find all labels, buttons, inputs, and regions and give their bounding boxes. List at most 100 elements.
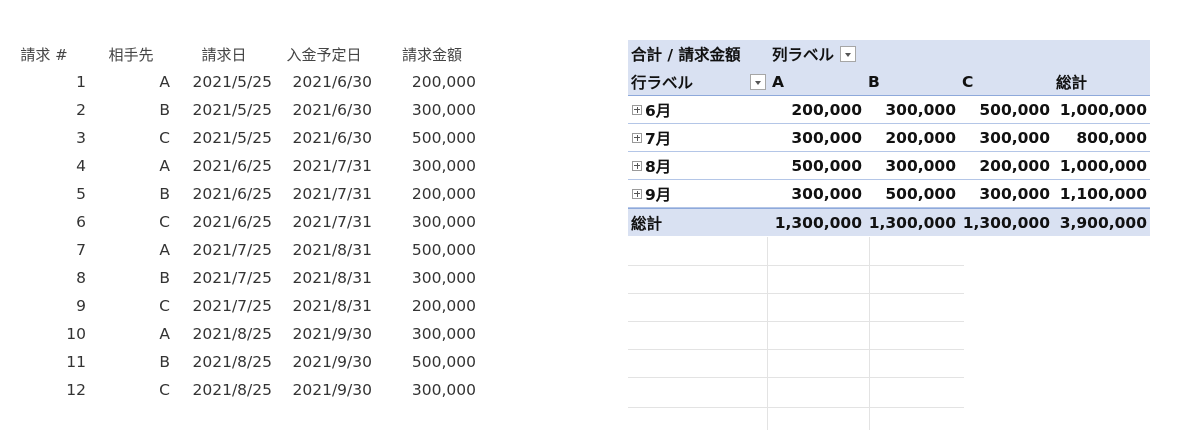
pivot-cell-b[interactable]: 300,000	[865, 101, 959, 119]
cell-amount[interactable]: 300,000	[374, 152, 476, 180]
pivot-cell-b[interactable]: 500,000	[865, 185, 959, 203]
header-due-date[interactable]: 入金予定日	[274, 40, 374, 68]
cell-amount[interactable]: 200,000	[374, 68, 476, 96]
cell-party[interactable]: B	[88, 96, 174, 124]
header-party[interactable]: 相手先	[88, 40, 174, 68]
cell-party[interactable]: A	[88, 68, 174, 96]
cell-due-date[interactable]: 2021/7/31	[274, 180, 374, 208]
row-filter-dropdown-icon[interactable]	[750, 73, 766, 90]
pivot-row-label[interactable]: 6月	[628, 99, 769, 121]
pivot-total-a[interactable]: 1,300,000	[769, 214, 865, 232]
pivot-total-b[interactable]: 1,300,000	[865, 214, 959, 232]
cell-invoice-no[interactable]: 1	[0, 68, 88, 96]
pivot-value-field[interactable]: 合計 / 請求金額	[628, 43, 769, 65]
cell-invoice-no[interactable]: 11	[0, 348, 88, 376]
cell-due-date[interactable]: 2021/7/31	[274, 208, 374, 236]
pivot-cell-total[interactable]: 1,100,000	[1053, 185, 1150, 203]
cell-party[interactable]: B	[88, 180, 174, 208]
cell-due-date[interactable]: 2021/7/31	[274, 152, 374, 180]
cell-bill-date[interactable]: 2021/8/25	[174, 348, 274, 376]
pivot-total-grand[interactable]: 3,900,000	[1053, 214, 1150, 232]
pivot-column-labels[interactable]: 列ラベル	[769, 43, 859, 65]
pivot-cell-a[interactable]: 200,000	[769, 101, 865, 119]
column-filter-dropdown-icon[interactable]	[840, 46, 857, 62]
cell-bill-date[interactable]: 2021/7/25	[174, 292, 274, 320]
cell-invoice-no[interactable]: 6	[0, 208, 88, 236]
pivot-col-c[interactable]: C	[959, 73, 1053, 91]
expand-plus-icon[interactable]	[632, 188, 642, 199]
header-invoice-no[interactable]: 請求 #	[0, 40, 88, 68]
cell-bill-date[interactable]: 2021/5/25	[174, 124, 274, 152]
pivot-cell-b[interactable]: 300,000	[865, 157, 959, 175]
cell-amount[interactable]: 500,000	[374, 124, 476, 152]
cell-invoice-no[interactable]: 10	[0, 320, 88, 348]
pivot-cell-a[interactable]: 300,000	[769, 185, 865, 203]
cell-amount[interactable]: 300,000	[374, 376, 476, 404]
cell-due-date[interactable]: 2021/8/31	[274, 292, 374, 320]
pivot-row-label[interactable]: 9月	[628, 183, 769, 205]
cell-party[interactable]: C	[88, 124, 174, 152]
cell-party[interactable]: A	[88, 320, 174, 348]
pivot-total-label[interactable]: 総計	[628, 212, 769, 234]
cell-amount[interactable]: 300,000	[374, 320, 476, 348]
cell-due-date[interactable]: 2021/9/30	[274, 320, 374, 348]
pivot-col-b[interactable]: B	[865, 73, 959, 91]
pivot-col-total[interactable]: 総計	[1053, 71, 1150, 93]
cell-bill-date[interactable]: 2021/7/25	[174, 264, 274, 292]
cell-invoice-no[interactable]: 3	[0, 124, 88, 152]
cell-bill-date[interactable]: 2021/7/25	[174, 236, 274, 264]
cell-amount[interactable]: 200,000	[374, 180, 476, 208]
cell-party[interactable]: A	[88, 152, 174, 180]
cell-due-date[interactable]: 2021/9/30	[274, 348, 374, 376]
cell-amount[interactable]: 300,000	[374, 208, 476, 236]
cell-amount[interactable]: 500,000	[374, 348, 476, 376]
pivot-cell-b[interactable]: 200,000	[865, 129, 959, 147]
cell-due-date[interactable]: 2021/6/30	[274, 124, 374, 152]
cell-party[interactable]: A	[88, 236, 174, 264]
pivot-row-labels-cell[interactable]: 行ラベル	[628, 71, 769, 93]
cell-bill-date[interactable]: 2021/8/25	[174, 376, 274, 404]
header-amount[interactable]: 請求金額	[374, 40, 476, 68]
cell-bill-date[interactable]: 2021/6/25	[174, 208, 274, 236]
cell-invoice-no[interactable]: 9	[0, 292, 88, 320]
cell-invoice-no[interactable]: 8	[0, 264, 88, 292]
cell-amount[interactable]: 300,000	[374, 96, 476, 124]
cell-amount[interactable]: 200,000	[374, 292, 476, 320]
pivot-cell-total[interactable]: 800,000	[1053, 129, 1150, 147]
cell-invoice-no[interactable]: 12	[0, 376, 88, 404]
pivot-cell-c[interactable]: 300,000	[959, 129, 1053, 147]
cell-due-date[interactable]: 2021/6/30	[274, 96, 374, 124]
cell-party[interactable]: C	[88, 376, 174, 404]
cell-invoice-no[interactable]: 2	[0, 96, 88, 124]
expand-plus-icon[interactable]	[632, 104, 642, 115]
cell-party[interactable]: C	[88, 208, 174, 236]
cell-due-date[interactable]: 2021/6/30	[274, 68, 374, 96]
cell-invoice-no[interactable]: 5	[0, 180, 88, 208]
cell-bill-date[interactable]: 2021/5/25	[174, 68, 274, 96]
pivot-cell-total[interactable]: 1,000,000	[1053, 101, 1150, 119]
pivot-cell-c[interactable]: 200,000	[959, 157, 1053, 175]
cell-bill-date[interactable]: 2021/5/25	[174, 96, 274, 124]
cell-amount[interactable]: 500,000	[374, 236, 476, 264]
pivot-cell-a[interactable]: 500,000	[769, 157, 865, 175]
cell-due-date[interactable]: 2021/9/30	[274, 376, 374, 404]
pivot-cell-c[interactable]: 300,000	[959, 185, 1053, 203]
expand-plus-icon[interactable]	[632, 160, 642, 171]
cell-invoice-no[interactable]: 4	[0, 152, 88, 180]
pivot-cell-a[interactable]: 300,000	[769, 129, 865, 147]
pivot-row-label[interactable]: 8月	[628, 155, 769, 177]
cell-party[interactable]: B	[88, 348, 174, 376]
expand-plus-icon[interactable]	[632, 132, 642, 143]
cell-bill-date[interactable]: 2021/8/25	[174, 320, 274, 348]
pivot-row-label[interactable]: 7月	[628, 127, 769, 149]
pivot-cell-c[interactable]: 500,000	[959, 101, 1053, 119]
pivot-cell-total[interactable]: 1,000,000	[1053, 157, 1150, 175]
cell-bill-date[interactable]: 2021/6/25	[174, 152, 274, 180]
pivot-total-c[interactable]: 1,300,000	[959, 214, 1053, 232]
cell-amount[interactable]: 300,000	[374, 264, 476, 292]
cell-party[interactable]: B	[88, 264, 174, 292]
pivot-col-a[interactable]: A	[769, 73, 865, 91]
cell-party[interactable]: C	[88, 292, 174, 320]
cell-due-date[interactable]: 2021/8/31	[274, 264, 374, 292]
cell-bill-date[interactable]: 2021/6/25	[174, 180, 274, 208]
